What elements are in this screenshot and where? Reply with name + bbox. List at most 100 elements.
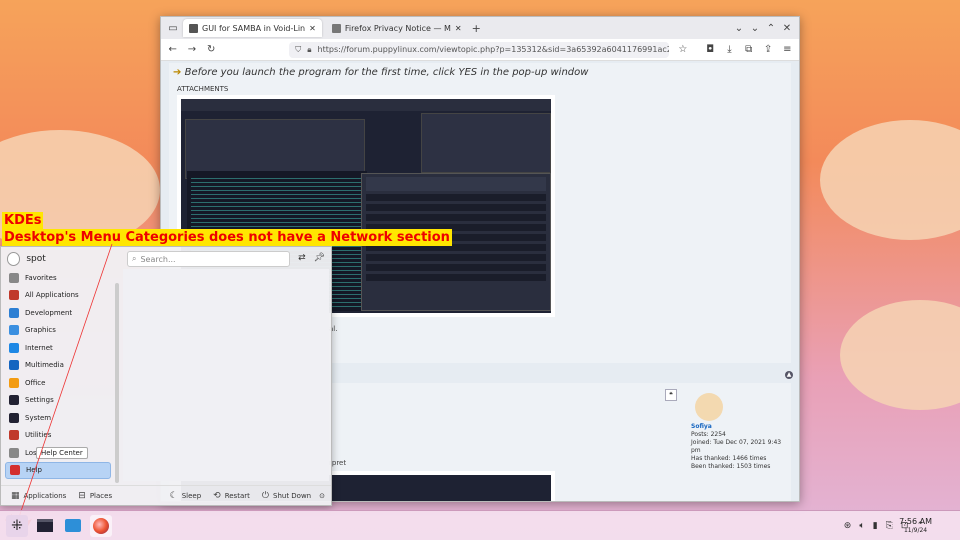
sleep-button[interactable]: ☾ Sleep xyxy=(166,491,206,501)
development-icon xyxy=(9,307,19,318)
maximize-icon[interactable]: ⌃ xyxy=(765,23,777,34)
extensions-icon[interactable]: ⧉ xyxy=(743,44,754,55)
launcher-header: spot ⌕ Search... ⇄ 📌︎ xyxy=(1,247,331,271)
tab-bar: ▭ GUI for SAMBA in Void-Lin ✕ Firefox Pr… xyxy=(161,17,799,39)
chevron-down-icon[interactable]: ⌄ xyxy=(733,23,745,34)
usb-icon[interactable]: ▮ xyxy=(873,521,878,531)
application-list xyxy=(123,269,329,481)
terminal-icon xyxy=(37,519,53,532)
category-item[interactable]: Internet xyxy=(5,339,111,357)
avatar[interactable] xyxy=(695,393,723,421)
category-item[interactable]: Help xyxy=(5,461,111,479)
category-label: Utilities xyxy=(25,431,52,440)
annotation-line2: Desktop's Menu Categories does not have … xyxy=(2,229,452,246)
sort-icon[interactable]: ⇄ xyxy=(296,253,307,265)
sleep-label: Sleep xyxy=(181,491,202,500)
help-icon xyxy=(10,465,20,476)
taskbar-dolphin[interactable] xyxy=(62,515,84,537)
close-tab-icon[interactable]: ✕ xyxy=(309,24,316,33)
category-label: Los xyxy=(25,448,37,457)
pin-icon[interactable]: 📌︎ xyxy=(314,253,325,265)
tab-list-icon[interactable]: ▭ xyxy=(167,23,179,34)
restart-button[interactable]: ⟲ Restart xyxy=(209,491,254,501)
tab-privacy[interactable]: Firefox Privacy Notice — M ✕ xyxy=(326,19,468,37)
moon-icon: ☾ xyxy=(169,490,178,501)
office-icon xyxy=(9,377,19,388)
thumb-panel xyxy=(181,99,551,111)
category-label: Internet xyxy=(25,343,53,352)
category-item[interactable]: Development xyxy=(5,304,111,322)
category-item[interactable]: All Applications xyxy=(5,287,111,305)
clock[interactable]: 7:56 AM 11/9/24 xyxy=(899,517,932,535)
more-options-icon[interactable]: ⊙ xyxy=(319,492,325,500)
tab-label: GUI for SAMBA in Void-Lin xyxy=(202,23,306,33)
app-launcher-button[interactable]: ⁜ xyxy=(6,514,28,537)
url-bar[interactable]: ⛉ 🔒︎ https://forum.puppylinux.com/viewto… xyxy=(289,41,670,58)
applications-tab[interactable]: ▦ Applications xyxy=(7,491,70,501)
category-label: Office xyxy=(25,378,46,387)
user-avatar[interactable] xyxy=(7,252,21,266)
new-tab-button[interactable]: + xyxy=(472,22,481,35)
downloads-icon[interactable]: ⤓ xyxy=(724,44,735,55)
accessibility-icon[interactable]: ⊛ xyxy=(844,521,852,531)
places-tab[interactable]: ⊟ Places xyxy=(74,491,116,501)
taskbar-konsole[interactable] xyxy=(34,515,56,537)
favorites-icon xyxy=(9,272,19,283)
pocket-icon[interactable]: ◘ xyxy=(705,44,716,55)
minimize-icon[interactable]: ⌄ xyxy=(749,23,761,34)
lock-icon: 🔒︎ xyxy=(307,44,312,54)
graphics-icon xyxy=(9,325,19,336)
category-item[interactable]: Graphics xyxy=(5,322,111,340)
category-label: Settings xyxy=(25,396,54,405)
grid-icon: ▦ xyxy=(11,490,20,501)
reload-icon[interactable]: ↻ xyxy=(206,44,217,55)
clock-date: 11/9/24 xyxy=(903,527,928,534)
category-item[interactable]: Office xyxy=(5,374,111,392)
search-input[interactable]: ⌕ Search... xyxy=(126,251,291,267)
category-item[interactable]: Utilities xyxy=(5,427,111,445)
close-tab-icon[interactable]: ✕ xyxy=(455,24,462,33)
tab-label: Firefox Privacy Notice — M xyxy=(344,23,451,33)
user-card: Sofiya Posts: 2254 Joined: Tue Dec 07, 2… xyxy=(691,423,791,471)
clipboard-icon[interactable]: ⎘ xyxy=(886,521,893,531)
close-window-icon[interactable]: ✕ xyxy=(781,23,793,34)
category-item[interactable]: Favorites xyxy=(5,269,111,287)
search-placeholder: Search... xyxy=(140,254,176,264)
power-icon: ⏻ xyxy=(261,490,269,501)
category-item[interactable]: Multimedia xyxy=(5,357,111,375)
internet-icon xyxy=(9,342,19,353)
category-label: Favorites xyxy=(25,273,57,282)
back-icon[interactable]: ← xyxy=(167,44,178,55)
quote-button[interactable]: ❝ xyxy=(665,389,677,401)
kde-launcher-icon: ⁜ xyxy=(11,517,23,534)
shutdown-button[interactable]: ⏻ Shut Down xyxy=(258,491,315,501)
bookmark-star-icon[interactable]: ☆ xyxy=(677,44,688,55)
post-lead-text: Before you launch the program for the fi… xyxy=(184,67,589,78)
system-icon xyxy=(9,412,19,423)
user-name: spot xyxy=(26,254,46,264)
category-item[interactable]: Settings xyxy=(5,392,111,410)
forum-favicon-icon xyxy=(189,23,198,33)
back-to-top-icon[interactable]: ▲ xyxy=(785,371,793,379)
applications-label: Applications xyxy=(23,491,67,500)
tab-samba[interactable]: GUI for SAMBA in Void-Lin ✕ xyxy=(183,19,322,37)
post-lead: ➔ Before you launch the program for the … xyxy=(173,67,588,78)
nav-bar: ← → ↻ ⛉ 🔒︎ https://forum.puppylinux.com/… xyxy=(161,39,799,61)
username[interactable]: Sofiya xyxy=(691,423,712,430)
tooltip: Help Center xyxy=(36,447,88,459)
hamburger-menu-icon[interactable]: ≡ xyxy=(782,44,793,55)
taskbar-firefox[interactable] xyxy=(90,514,112,537)
category-label: Graphics xyxy=(25,326,56,335)
volume-icon[interactable]: 🔈︎ xyxy=(859,521,864,531)
category-label: Development xyxy=(25,308,73,317)
forward-icon[interactable]: → xyxy=(186,44,197,55)
share-icon[interactable]: ⇪ xyxy=(762,44,773,55)
scrollbar[interactable] xyxy=(115,283,119,483)
settings-icon xyxy=(9,395,19,406)
user-been-thanked: Been thanked: 1503 times xyxy=(691,463,771,470)
cloud-decoration xyxy=(820,120,960,240)
user-posts: Posts: 2254 xyxy=(691,431,726,438)
arrow-bullet-icon: ➔ xyxy=(173,67,182,78)
thumb-file-manager xyxy=(185,119,365,179)
category-item[interactable]: System xyxy=(5,409,111,427)
